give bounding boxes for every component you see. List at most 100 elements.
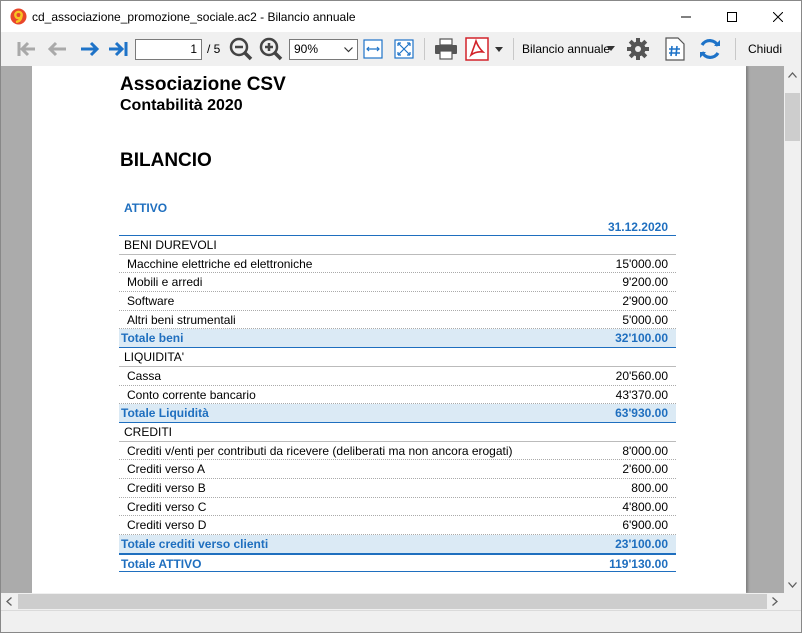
fit-page-icon (394, 39, 414, 59)
report-page: Associazione CSV Contabilità 2020 BILANC… (32, 66, 746, 593)
grand-total-row: Totale ATTIVO 119'130.00 (119, 553, 676, 573)
row-value: 6'900.00 (622, 518, 668, 533)
zoom-value: 90% (294, 42, 319, 56)
row-value: 8'000.00 (622, 443, 668, 458)
row-label: Totale crediti verso clienti (121, 537, 269, 551)
row-label: Totale beni (121, 331, 184, 346)
printer-icon (435, 38, 457, 60)
app-window: cd_associazione_promozione_sociale.ac2 -… (0, 0, 802, 633)
zoom-in-icon (259, 37, 283, 61)
refresh-button[interactable] (697, 36, 723, 62)
table-row: Crediti v/enti per contributi da ricever… (119, 442, 676, 461)
zoom-out-button[interactable] (229, 36, 253, 62)
table-row: Macchine elettriche ed elettroniche 15'00… (119, 255, 676, 274)
zoom-select[interactable]: 90% (289, 39, 358, 60)
row-label: Conto corrente bancario (127, 387, 256, 402)
toolbar-separator (424, 38, 425, 60)
row-value: 2'900.00 (622, 294, 668, 309)
organization-name: Associazione CSV (120, 74, 286, 95)
scroll-left-icon[interactable] (6, 597, 12, 606)
table-row: Cassa 20'560.00 (119, 367, 676, 386)
next-page-button[interactable] (78, 36, 102, 62)
toolbar: 1 / 5 90% Bilancio annuale Chiudi (1, 32, 801, 66)
last-page-button[interactable] (107, 36, 131, 62)
title-bar: cd_associazione_promozione_sociale.ac2 -… (1, 1, 801, 32)
table-row: Crediti verso C 4'800.00 (119, 498, 676, 517)
table-row: Altri beni strumentali 5'000.00 (119, 311, 676, 330)
arrow-left-icon (47, 41, 66, 57)
row-label: Software (127, 294, 175, 309)
date-header: 31.12.2020 (607, 220, 668, 234)
fit-width-icon (363, 39, 383, 59)
close-report-button[interactable]: Chiudi (748, 42, 782, 56)
first-page-button[interactable] (13, 36, 37, 62)
scroll-right-icon[interactable] (772, 597, 778, 606)
vertical-scroll-thumb[interactable] (785, 93, 800, 141)
table-row: Crediti verso A 2'600.00 (119, 460, 676, 479)
row-value: 800.00 (631, 480, 668, 495)
table-row: Mobili e arredi 9'200.00 (119, 273, 676, 293)
horizontal-scroll-thumb[interactable] (18, 594, 767, 609)
zoom-out-icon (229, 37, 253, 61)
gear-icon (627, 38, 649, 60)
report-viewer: Associazione CSV Contabilità 2020 BILANC… (1, 66, 784, 593)
number-format-button[interactable] (663, 36, 687, 62)
row-value: 4'800.00 (622, 499, 668, 514)
horizontal-scrollbar[interactable] (1, 593, 784, 610)
arrow-right-icon (81, 41, 100, 57)
table-row: Software 2'900.00 (119, 292, 676, 311)
date-column-header: 31.12.2020 (119, 220, 676, 236)
last-page-icon (109, 41, 128, 57)
fit-width-button[interactable] (362, 36, 384, 62)
toolbar-separator (735, 38, 736, 60)
row-label: BENI DUREVOLI (124, 238, 217, 252)
group-header-row: LIQUIDITA' (119, 348, 676, 367)
row-label: CREDITI (124, 424, 172, 439)
vertical-scrollbar[interactable] (784, 66, 801, 593)
export-pdf-button[interactable] (464, 36, 490, 62)
hash-document-icon (665, 37, 685, 61)
minimize-button[interactable] (663, 1, 709, 32)
row-value: 63'930.00 (615, 406, 668, 421)
page-number-input[interactable]: 1 (135, 39, 202, 60)
scroll-down-icon[interactable] (788, 582, 797, 588)
row-value: 9'200.00 (622, 275, 668, 290)
zoom-in-button[interactable] (259, 36, 283, 62)
close-icon (773, 11, 783, 22)
row-value: 20'560.00 (615, 368, 668, 383)
window-title: cd_associazione_promozione_sociale.ac2 -… (32, 10, 356, 24)
row-label: Crediti verso B (127, 480, 206, 495)
subtotal-row: Totale beni 32'100.00 (119, 329, 676, 349)
maximize-button[interactable] (709, 1, 755, 32)
row-label: Macchine elettriche ed elettroniche (127, 256, 313, 271)
scrollbar-corner (784, 593, 801, 610)
settings-button[interactable] (625, 36, 651, 62)
window-close-button[interactable] (755, 1, 801, 32)
report-select[interactable]: Bilancio annuale (522, 42, 610, 56)
print-button[interactable] (433, 36, 459, 62)
row-label: Crediti verso C (127, 499, 207, 514)
row-value: 32'100.00 (615, 331, 668, 346)
section-label: ATTIVO (124, 201, 168, 215)
status-bar (1, 610, 801, 632)
table-row: Crediti verso B 800.00 (119, 479, 676, 498)
fit-page-button[interactable] (393, 36, 415, 62)
balance-table: BENI DUREVOLI Macchine elettriche ed elet… (119, 236, 676, 573)
row-label: Altri beni strumentali (127, 312, 236, 327)
export-menu-button[interactable] (493, 36, 505, 62)
row-label: Crediti verso A (127, 462, 206, 477)
row-value: 5'000.00 (622, 312, 668, 327)
subtotal-row: Totale Liquidità 63'930.00 (119, 404, 676, 423)
report-subtitle: Contabilità 2020 (120, 97, 243, 114)
table-row: Conto corrente bancario 43'370.00 (119, 386, 676, 405)
pdf-icon (465, 37, 489, 61)
caret-down-icon[interactable] (607, 46, 615, 51)
group-header-row: CREDITI (119, 423, 676, 442)
row-value: 43'370.00 (615, 387, 668, 402)
caret-down-icon (495, 46, 503, 52)
scroll-up-icon[interactable] (788, 72, 797, 78)
chevron-down-icon (344, 47, 353, 53)
group-header-row: BENI DUREVOLI (119, 236, 676, 255)
row-label: Mobili e arredi (127, 275, 203, 290)
previous-page-button[interactable] (45, 36, 69, 62)
